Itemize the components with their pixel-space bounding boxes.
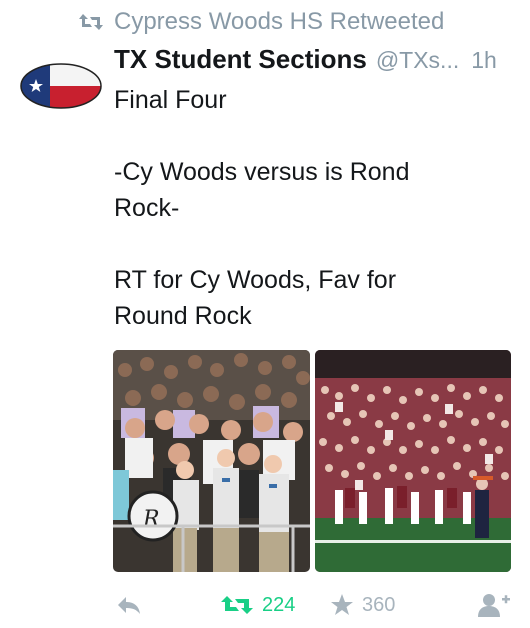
follow-user-icon bbox=[478, 594, 510, 617]
tweet-photo-right[interactable] bbox=[315, 350, 511, 572]
tweet-text-line bbox=[114, 118, 514, 154]
tweet-photo-left[interactable]: R bbox=[113, 350, 310, 572]
tweet-timestamp[interactable]: 1h bbox=[471, 47, 497, 74]
tweet-text-line: Rock- bbox=[114, 194, 180, 222]
star-icon bbox=[331, 594, 353, 615]
tweet-text: Final Four -Cy Woods versus is Rond Rock… bbox=[114, 82, 514, 334]
tweet-actions: 224 360 bbox=[0, 588, 530, 622]
tweet-text-line: Round Rock bbox=[114, 302, 252, 330]
retweet-context: Cypress Woods HS Retweeted bbox=[78, 8, 444, 36]
follow-button[interactable] bbox=[478, 588, 510, 622]
texas-football-logo-icon bbox=[20, 63, 102, 109]
retweet-icon bbox=[78, 11, 104, 33]
retweet-count: 224 bbox=[262, 593, 296, 616]
tweet-text-line: Final Four bbox=[114, 86, 227, 114]
avatar[interactable] bbox=[18, 48, 104, 134]
tweet-text-line: RT for Cy Woods, Fav for bbox=[114, 266, 397, 294]
tweet-text-line bbox=[114, 226, 514, 262]
svg-text:R: R bbox=[142, 507, 160, 532]
retweet-button[interactable]: 224 bbox=[220, 588, 295, 622]
photo-student-section-cy-woods-icon: R bbox=[113, 350, 310, 572]
author-handle[interactable]: @TXs... bbox=[376, 47, 459, 74]
tweet-text-line: -Cy Woods versus is Rond bbox=[114, 158, 410, 186]
reply-icon bbox=[118, 597, 140, 614]
tweet-header: TX Student Sections @TXs... 1h bbox=[114, 44, 524, 76]
favorite-count: 360 bbox=[362, 593, 396, 616]
photo-student-section-round-rock-icon bbox=[315, 350, 511, 572]
retweet-context-label: Cypress Woods HS Retweeted bbox=[114, 8, 445, 35]
retweet-active-icon bbox=[221, 596, 253, 614]
reply-button[interactable] bbox=[116, 588, 142, 622]
tweet[interactable]: Cypress Woods HS Retweeted TX Student Se… bbox=[0, 0, 530, 628]
favorite-button[interactable]: 360 bbox=[330, 588, 395, 622]
author-display-name[interactable]: TX Student Sections bbox=[114, 44, 367, 75]
